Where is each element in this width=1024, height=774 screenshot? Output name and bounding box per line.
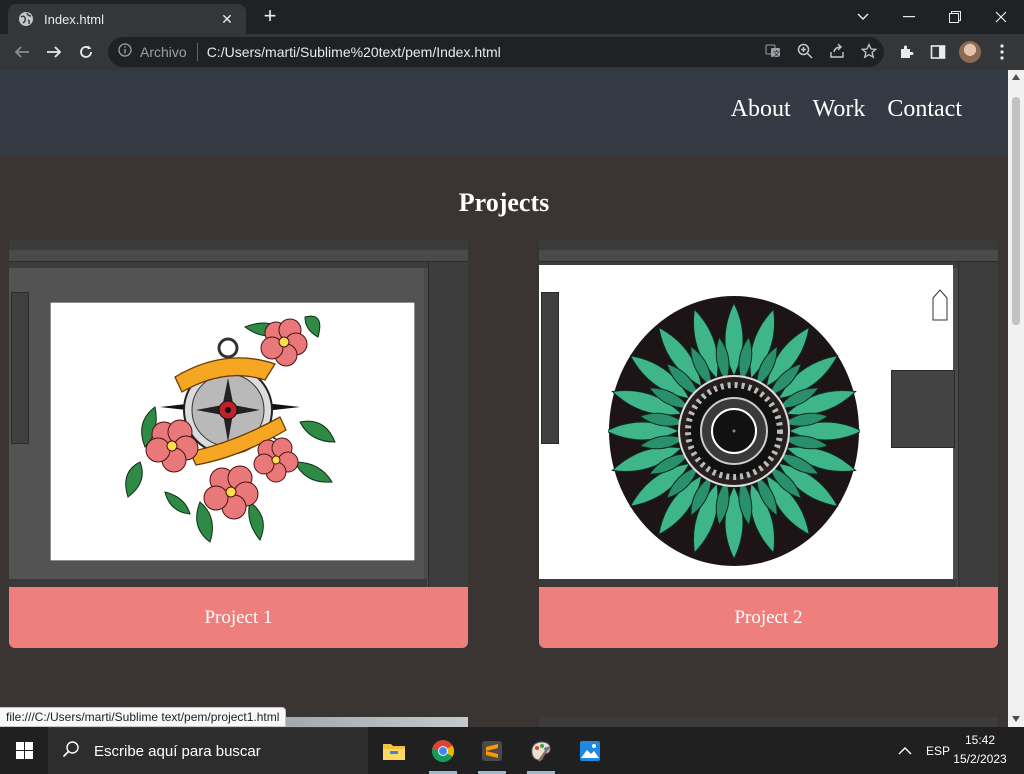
restore-button[interactable] — [932, 0, 978, 34]
nav-link-about[interactable]: About — [731, 96, 791, 123]
security-label: Archivo — [140, 44, 187, 60]
profile-avatar[interactable] — [958, 40, 982, 64]
close-tab-icon[interactable]: ✕ — [218, 11, 236, 28]
project-2-screenshot[interactable] — [539, 240, 998, 587]
browser-toolbar: Archivo C:/Users/marti/Sublime%20text/pe… — [0, 34, 1024, 70]
paint-icon[interactable] — [517, 727, 565, 774]
scrollbar-thumb[interactable] — [1012, 97, 1020, 325]
url-text[interactable]: C:/Users/marti/Sublime%20text/pem/Index.… — [207, 44, 501, 60]
section-title: Projects — [458, 188, 550, 217]
bookmark-star-icon[interactable] — [860, 42, 878, 60]
tab-title: Index.html — [44, 11, 104, 27]
close-window-button[interactable] — [978, 0, 1024, 34]
nav-link-work[interactable]: Work — [813, 96, 866, 123]
clock-time: 15:42 — [964, 733, 996, 747]
page-scrollbar[interactable] — [1008, 70, 1024, 727]
file-explorer-icon[interactable] — [370, 727, 418, 774]
tray-overflow-chevron-icon[interactable] — [898, 727, 912, 774]
extensions-icon[interactable] — [894, 40, 918, 64]
project-1-caption[interactable]: Project 1 — [9, 587, 468, 648]
minimize-button[interactable] — [886, 0, 932, 34]
forward-button[interactable] — [42, 40, 66, 64]
site-nav: About Work Contact — [731, 96, 962, 123]
address-bar[interactable]: Archivo C:/Users/marti/Sublime%20text/pe… — [108, 37, 884, 67]
menu-kebab-icon[interactable] — [990, 40, 1014, 64]
project-card-2[interactable]: Project 2 — [539, 240, 998, 648]
project-card-1[interactable]: Project 1 — [9, 240, 468, 648]
sublime-text-icon[interactable] — [468, 727, 516, 774]
tab-strip: Index.html ✕ + — [0, 0, 1024, 34]
page-viewport: About Work Contact Projects Project 1 Pr… — [0, 70, 1008, 727]
project-card-4-preview[interactable] — [539, 717, 998, 727]
photos-icon[interactable] — [566, 727, 614, 774]
tab-search-chevron-icon[interactable] — [840, 0, 886, 34]
nav-link-contact[interactable]: Contact — [887, 96, 962, 123]
omnibox-divider — [196, 43, 198, 61]
back-button[interactable] — [10, 40, 34, 64]
svg-text:文: 文 — [773, 49, 780, 58]
link-status-bubble: file:///C:/Users/marti/Sublime text/pem/… — [0, 707, 287, 727]
taskbar-search[interactable]: Escribe aquí para buscar — [48, 727, 368, 774]
new-tab-button[interactable]: + — [258, 5, 282, 29]
system-clock[interactable]: 15:42 15/2/2023 — [950, 731, 1010, 769]
windows-start-icon[interactable] — [0, 727, 48, 774]
globe-icon — [18, 11, 34, 27]
search-icon — [62, 740, 80, 763]
project-1-screenshot[interactable] — [9, 240, 468, 587]
language-indicator[interactable]: ESP — [926, 727, 950, 774]
browser-tab[interactable]: Index.html ✕ — [8, 4, 246, 34]
site-header: About Work Contact — [0, 70, 1008, 156]
info-icon[interactable] — [118, 42, 132, 62]
zoom-icon[interactable] — [796, 42, 814, 60]
taskbar: Escribe aquí para buscar ESP 15:42 15/2/… — [0, 727, 1024, 774]
translate-icon[interactable]: 文 — [764, 42, 782, 60]
share-icon[interactable] — [828, 42, 846, 60]
side-panel-icon[interactable] — [926, 40, 950, 64]
search-placeholder: Escribe aquí para buscar — [94, 742, 261, 760]
chrome-icon[interactable] — [419, 727, 467, 774]
clock-date: 15/2/2023 — [953, 752, 1007, 766]
reload-button[interactable] — [74, 40, 98, 64]
project-2-caption[interactable]: Project 2 — [539, 587, 998, 648]
